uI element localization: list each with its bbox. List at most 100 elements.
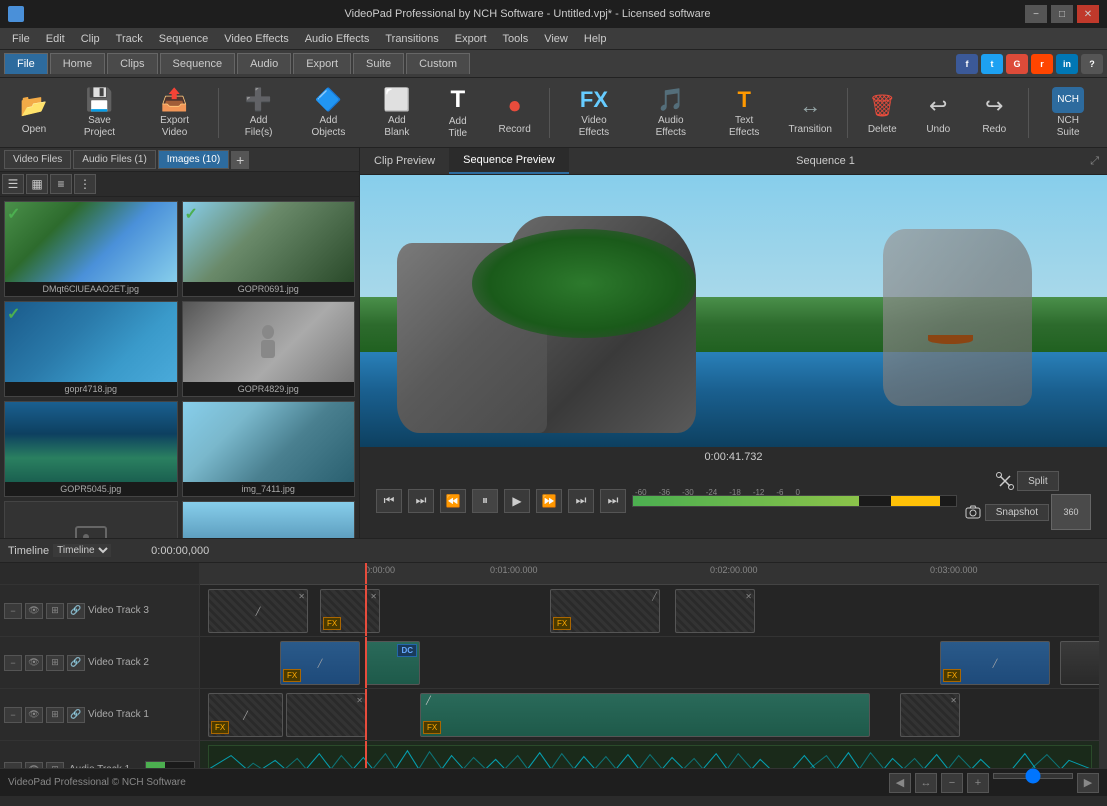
media-item-1[interactable]: ✓ DMqt6ClUEAAO2ET.jpg [4,201,178,297]
close-button[interactable]: ✕ [1077,5,1099,23]
menu-help[interactable]: Help [576,31,615,47]
media-tool-btn-2[interactable]: ▦ [26,174,48,194]
media-tab-video-files[interactable]: Video Files [4,150,71,169]
vt2-clip-1[interactable]: ╱ FX [280,641,360,685]
add-files-button[interactable]: ➕ Add File(s) [227,83,290,143]
timeline-arrow-right[interactable]: ▶ [1077,773,1099,793]
audio-track-lock[interactable]: 👁 [25,762,43,769]
media-item-2[interactable]: ✓ GOPR0691.jpg [182,201,356,297]
timeline-dropdown[interactable]: Timeline [53,544,111,557]
media-item-8[interactable] [182,501,356,538]
audio-track-mute[interactable]: − [4,762,22,769]
timeline-scrollbar[interactable] [1099,563,1107,768]
track1-lock[interactable]: 👁 [25,707,43,723]
menu-file[interactable]: File [4,31,38,47]
vt1-clip-2[interactable]: ✕ [286,693,366,737]
media-item-7[interactable] [4,501,178,538]
tab-suite[interactable]: Suite [353,53,404,74]
menu-sequence[interactable]: Sequence [151,31,217,47]
sequence-preview-tab[interactable]: Sequence Preview [449,148,569,174]
preview-maximize-button[interactable]: ⤢ [1082,151,1107,172]
vt2-clip-2[interactable]: DC [365,641,420,685]
tab-sequence[interactable]: Sequence [160,53,236,74]
text-effects-button[interactable]: T Text Effects [711,83,777,143]
volume-bar[interactable]: -60-36-30-24-18-12-60 [632,495,957,507]
track1-snap[interactable]: ⊞ [46,707,64,723]
timeline-zoom-out[interactable]: − [941,773,963,793]
track3-mute[interactable]: − [4,603,22,619]
timeline-zoom-in[interactable]: + [967,773,989,793]
menu-video-effects[interactable]: Video Effects [216,31,296,47]
vt3-clip-1[interactable]: ✕ ╱ [208,589,308,633]
media-item-4[interactable]: GOPR4829.jpg [182,301,356,397]
help-btn[interactable]: ? [1081,54,1103,74]
btn-360[interactable]: 360 [1051,494,1091,530]
vt2-clip-3[interactable]: ╱ FX [940,641,1050,685]
save-project-button[interactable]: 💾 Save Project [64,83,135,143]
menu-view[interactable]: View [536,31,576,47]
track1-link[interactable]: 🔗 [67,707,85,723]
track3-snap[interactable]: ⊞ [46,603,64,619]
tab-audio[interactable]: Audio [237,53,291,74]
audio-track-snap[interactable]: ⊞ [46,762,64,769]
menu-track[interactable]: Track [108,31,151,47]
vt1-long-clip[interactable]: ╱ FX [420,693,870,737]
media-tab-audio-files[interactable]: Audio Files (1) [73,150,155,169]
add-blank-button[interactable]: ⬜ Add Blank [367,83,427,143]
menu-transitions[interactable]: Transitions [377,31,446,47]
end-button[interactable]: ⏭ [600,489,626,513]
menu-edit[interactable]: Edit [38,31,73,47]
open-button[interactable]: 📂 Open [8,83,60,143]
zoom-slider[interactable] [993,773,1073,779]
menu-clip[interactable]: Clip [73,31,108,47]
undo-button[interactable]: ↩ Undo [912,83,964,143]
track2-mute[interactable]: − [4,655,22,671]
track2-lock[interactable]: 👁 [25,655,43,671]
media-item-6[interactable]: img_7411.jpg [182,401,356,497]
reddit-btn[interactable]: r [1031,54,1053,74]
transition-button[interactable]: ↔ Transition [781,83,839,143]
delete-button[interactable]: 🗑 Delete [856,83,908,143]
tab-file[interactable]: File [4,53,48,74]
vt1-last-clip[interactable]: ✕ [900,693,960,737]
tab-clips[interactable]: Clips [107,53,157,74]
vt3-clip-4[interactable]: ✕ [675,589,755,633]
tab-export[interactable]: Export [293,53,351,74]
track2-link[interactable]: 🔗 [67,655,85,671]
media-tool-btn-4[interactable]: ⋮ [74,174,96,194]
vt3-clip-3[interactable]: ╱ FX [550,589,660,633]
audio-effects-button[interactable]: 🎵 Audio Effects [634,83,707,143]
audio-vol-bar[interactable] [145,761,195,769]
vt2-clip-4[interactable]: ✕ [1060,641,1099,685]
record-button[interactable]: ⏺ Record [489,83,541,143]
rewind-button[interactable]: ⏪ [440,489,466,513]
track3-lock[interactable]: 👁 [25,603,43,619]
facebook-btn[interactable]: f [956,54,978,74]
export-video-button[interactable]: 📤 Export Video [139,83,210,143]
track1-mute[interactable]: − [4,707,22,723]
vt1-clip-1[interactable]: ╱ FX [208,693,283,737]
next-marker-button[interactable]: ⏭ [568,489,594,513]
linkedin-btn[interactable]: in [1056,54,1078,74]
split-button[interactable]: Split [1017,471,1058,491]
menu-audio-effects[interactable]: Audio Effects [297,31,378,47]
minimize-button[interactable]: − [1025,5,1047,23]
fast-forward-button[interactable]: ⏩ [536,489,562,513]
redo-button[interactable]: ↪ Redo [968,83,1020,143]
track2-snap[interactable]: ⊞ [46,655,64,671]
nch-suite-button[interactable]: NCH NCH Suite [1037,83,1099,143]
google-btn[interactable]: G [1006,54,1028,74]
vt3-clip-2[interactable]: ✕ FX [320,589,380,633]
media-tool-btn-3[interactable]: ≡ [50,174,72,194]
tracks-area[interactable]: 0:00:00 0:01:00.000 0:02:00.000 0:03:00.… [200,563,1099,768]
play-button[interactable]: ▶ [504,489,530,513]
timeline-arrow-left[interactable]: ◀ [889,773,911,793]
prev-marker-button[interactable]: ⏭ [408,489,434,513]
add-media-tab-button[interactable]: + [231,151,249,169]
video-effects-button[interactable]: FX Video Effects [558,83,631,143]
tab-home[interactable]: Home [50,53,105,74]
menu-export[interactable]: Export [447,31,495,47]
media-tab-images[interactable]: Images (10) [158,150,229,169]
clip-preview-tab[interactable]: Clip Preview [360,149,449,173]
tab-custom[interactable]: Custom [406,53,470,74]
